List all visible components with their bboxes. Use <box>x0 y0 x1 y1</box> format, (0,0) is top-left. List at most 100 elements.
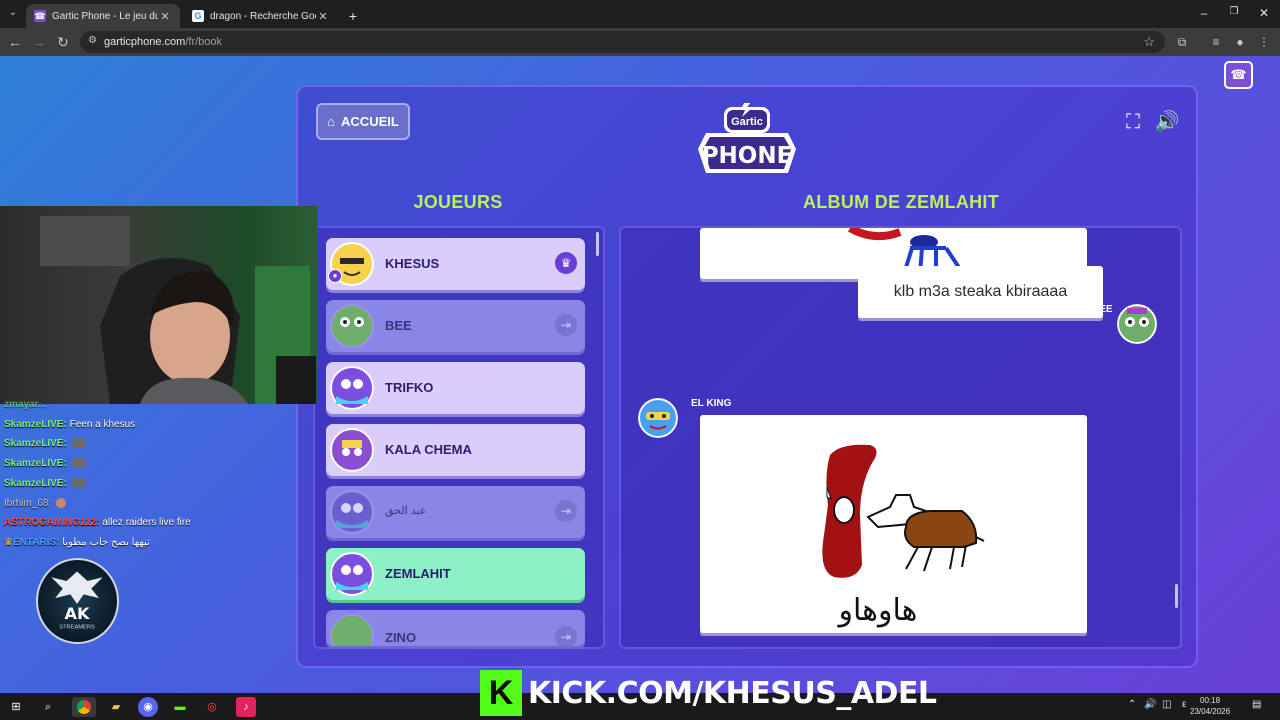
player-name: BEE <box>385 318 412 333</box>
player-row: ● KHESUS ♛ <box>326 238 585 290</box>
clock-date: 23/04/2026 <box>1190 707 1231 716</box>
reload-icon[interactable]: ↻ <box>54 33 72 51</box>
bee-avatar <box>1117 304 1157 344</box>
guess-bubble: klb m3a steaka kbiraaaa <box>858 266 1103 318</box>
crown-icon: ♛ <box>555 252 577 274</box>
tray-network-icon[interactable]: ◫ <box>1162 699 1171 710</box>
logo-top-text: Gartic <box>731 116 763 128</box>
chat-user: SkamzeLIVE: <box>4 438 67 449</box>
chat-message: تيهها بصح جاب مطوبا <box>62 537 150 548</box>
home-button[interactable]: ⌂ ACCUEIL <box>316 103 410 140</box>
clock-time: 00:18 <box>1200 696 1221 705</box>
taskbar-clock[interactable]: 00:18 23/04/2026 <box>1190 695 1230 717</box>
window-close-icon[interactable]: ✕ <box>1254 6 1274 20</box>
ak-streamers-logo: AK STREAMERS <box>36 558 119 644</box>
gartic-favicon-icon: ☎ <box>34 10 46 22</box>
album-scrollbar[interactable] <box>1175 584 1178 608</box>
gartic-phone-logo: Gartic PHONE <box>698 103 796 173</box>
host-icon: ● <box>328 269 342 283</box>
close-tab-icon[interactable]: ✕ <box>316 10 330 23</box>
tray-speaker-icon[interactable]: 🔊 <box>1144 699 1156 710</box>
bookmark-star-icon[interactable]: ☆ <box>1143 34 1155 50</box>
emote-icon <box>56 498 67 509</box>
player-row: ZINO ⇥ <box>326 610 585 646</box>
browser-tabbar: ⌄ ☎ Gartic Phone - Le jeu du téléph ✕ G … <box>0 0 1280 28</box>
player-row: BEE ⇥ <box>326 300 585 352</box>
tab-gartic-phone[interactable]: ☎ Gartic Phone - Le jeu du téléph ✕ <box>26 4 180 28</box>
tab-title: Gartic Phone - Le jeu du téléph <box>52 10 158 22</box>
player-row: KALA CHEMA <box>326 424 585 476</box>
minimize-icon[interactable]: – <box>1194 6 1214 20</box>
drawing-card: هاوهاو <box>700 415 1087 633</box>
menu-icon[interactable]: ⋮ <box>1255 33 1273 51</box>
kick-logo-icon: K <box>480 670 522 716</box>
notifications-icon[interactable]: ▤ <box>1252 699 1261 710</box>
player-name: ZINO <box>385 630 417 645</box>
close-tab-icon[interactable]: ✕ <box>158 10 172 23</box>
chat-line: ASTROGAMING112: allez raiders live fire <box>4 517 191 528</box>
home-icon: ⌂ <box>327 114 336 129</box>
chat-message: Feen a khesus <box>69 419 136 430</box>
search-icon[interactable]: ⌕ <box>38 697 58 717</box>
tab-google[interactable]: G dragon - Recherche Google ✕ <box>184 4 338 28</box>
player-avatar <box>330 490 374 534</box>
volume-icon[interactable]: 🔊 <box>1154 109 1180 135</box>
chat-user: SkamzeLIVE: <box>4 458 67 469</box>
site-info-icon[interactable]: ⚙ <box>88 35 102 49</box>
chat-line: SkamzeLIVE: <box>4 438 86 449</box>
chrome-taskbar-icon[interactable] <box>72 697 96 717</box>
player-row: عبد الحق ⇥ <box>326 486 585 538</box>
new-tab-button[interactable]: + <box>342 4 364 28</box>
extension-badge-icon[interactable]: ☎ <box>1224 61 1253 89</box>
logo-main-text: PHONE <box>702 143 793 169</box>
file-explorer-icon[interactable]: ▰ <box>106 697 126 717</box>
player-row: TRIFKO <box>326 362 585 414</box>
players-heading: JOUEURS <box>413 192 503 212</box>
profile-icon[interactable]: ● <box>1231 33 1249 51</box>
player-avatar <box>330 614 374 646</box>
kick-banner: K KICK.COM/KHESUS_ADEL <box>480 669 937 717</box>
url-text: garticphone.com/fr/book <box>104 36 222 48</box>
restore-icon[interactable]: ❐ <box>1224 6 1244 17</box>
ak-text: AK <box>64 604 91 623</box>
player-row-current: ZEMLAHIT <box>326 548 585 600</box>
tray-chevron-icon[interactable]: ⌃ <box>1128 699 1136 710</box>
url-path: /fr/book <box>185 36 223 48</box>
player-name: TRIFKO <box>385 380 434 395</box>
address-bar: ← → ↻ ⚙ garticphone.com/fr/book ☆ ⧉ ≡ ● … <box>0 28 1280 56</box>
chat-line: SkamzeLIVE: <box>4 458 86 469</box>
url-input[interactable]: ⚙ garticphone.com/fr/book ☆ <box>80 31 1165 53</box>
windows-start-icon[interactable]: ⊞ <box>6 697 26 717</box>
discord-icon[interactable]: ◉ <box>138 697 158 717</box>
player-name: ZEMLAHIT <box>385 566 451 581</box>
chat-user: ENTARIS: <box>12 537 60 548</box>
crown-badge-icon: ♛ <box>4 537 13 548</box>
home-label: ACCUEIL <box>341 114 399 129</box>
terminal-icon[interactable]: ▬ <box>170 697 190 717</box>
forward-icon[interactable]: → <box>30 33 48 51</box>
fullscreen-icon[interactable]: ⛶ <box>1120 109 1146 135</box>
emote-icon <box>71 438 86 449</box>
tab-title: dragon - Recherche Google <box>210 10 316 22</box>
webcam-feed <box>40 216 316 404</box>
tray-language-icon[interactable]: ε <box>1182 699 1186 710</box>
player-avatar <box>330 428 374 472</box>
drawing-canvas: هاوهاو <box>822 444 985 628</box>
kick-url-text: KICK.COM/KHESUS_ADEL <box>528 675 937 711</box>
obs-icon[interactable]: ◎ <box>202 697 222 717</box>
chat-user: Ibrhim_68: <box>4 498 52 509</box>
chat-user: SkamzeLIVE: <box>4 478 67 489</box>
chat-message: allez raiders live fire <box>102 517 191 528</box>
left-game-icon: ⇥ <box>555 314 577 336</box>
player-name: KHESUS <box>385 256 440 271</box>
chat-user: ASTROGAMING112: <box>4 517 100 528</box>
back-icon[interactable]: ← <box>6 33 24 51</box>
media-controls-icon[interactable]: ≡ <box>1207 33 1225 51</box>
player-avatar <box>330 552 374 596</box>
tab-search-icon[interactable]: ⌄ <box>4 4 22 22</box>
extensions-icon[interactable]: ⧉ <box>1173 33 1191 51</box>
players-scrollbar[interactable] <box>596 232 599 256</box>
tiktok-icon[interactable]: ♪ <box>236 697 256 717</box>
chat-line: SkamzeLIVE: Feen a khesus <box>4 419 135 430</box>
emote-icon <box>71 458 86 469</box>
